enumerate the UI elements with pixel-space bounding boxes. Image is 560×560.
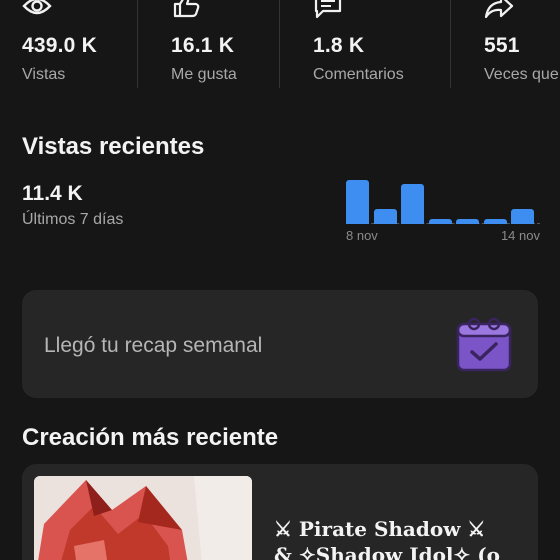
stat-divider: [137, 0, 138, 88]
recent-views-chart[interactable]: 8 nov 14 nov: [346, 170, 540, 246]
weekly-recap-text: Llegó tu recap semanal: [44, 334, 263, 357]
chart-bar: [428, 218, 452, 224]
thumbs-up-icon: [173, 0, 200, 18]
share-icon: [484, 0, 514, 19]
video-thumbnail[interactable]: [34, 476, 252, 560]
stat-likes-value: 16.1 K: [171, 34, 235, 57]
stat-shares-value: 551: [484, 34, 520, 57]
chart-bar: [483, 218, 507, 224]
stat-views-value: 439.0 K: [22, 34, 97, 57]
video-title[interactable]: ⚔ Pirate Shadow ⚔ & ✧Shadow Idol✧ (o: [274, 516, 534, 560]
chart-bar: [373, 208, 397, 224]
chart-tick-label: 8 nov: [346, 228, 378, 243]
chart-bar: [346, 180, 369, 224]
stat-comments-value: 1.8 K: [313, 34, 365, 57]
stat-shares-label: Veces que: [484, 66, 559, 83]
stats-row: 439.0 K Vistas 16.1 K Me gusta 1.8 K Com…: [0, 0, 560, 96]
chart-bar: [511, 209, 534, 224]
recent-views-period: Últimos 7 días: [22, 211, 124, 228]
latest-video-card[interactable]: ⚔ Pirate Shadow ⚔ & ✧Shadow Idol✧ (o: [22, 464, 538, 560]
weekly-recap-card[interactable]: Llegó tu recap semanal: [22, 290, 538, 398]
stat-divider: [279, 0, 280, 88]
stat-divider: [450, 0, 451, 88]
chart-tick-label: 14 nov: [500, 228, 540, 243]
recent-views-title: Vistas recientes: [22, 133, 205, 160]
stat-likes-label: Me gusta: [171, 66, 237, 83]
chart-bar: [401, 183, 424, 224]
latest-creation-title: Creación más reciente: [22, 424, 279, 451]
chart-bar: [456, 218, 479, 224]
recent-views-value: 11.4 K: [22, 182, 83, 205]
stat-views-label: Vistas: [22, 66, 66, 83]
video-title-line-2: & ✧Shadow Idol✧ (o: [274, 543, 501, 560]
comment-icon: [314, 0, 342, 19]
calendar-check-icon: [456, 317, 512, 372]
video-title-line-1: ⚔ Pirate Shadow ⚔: [274, 517, 486, 541]
eye-icon: [22, 0, 52, 15]
stat-comments-label: Comentarios: [313, 66, 404, 83]
